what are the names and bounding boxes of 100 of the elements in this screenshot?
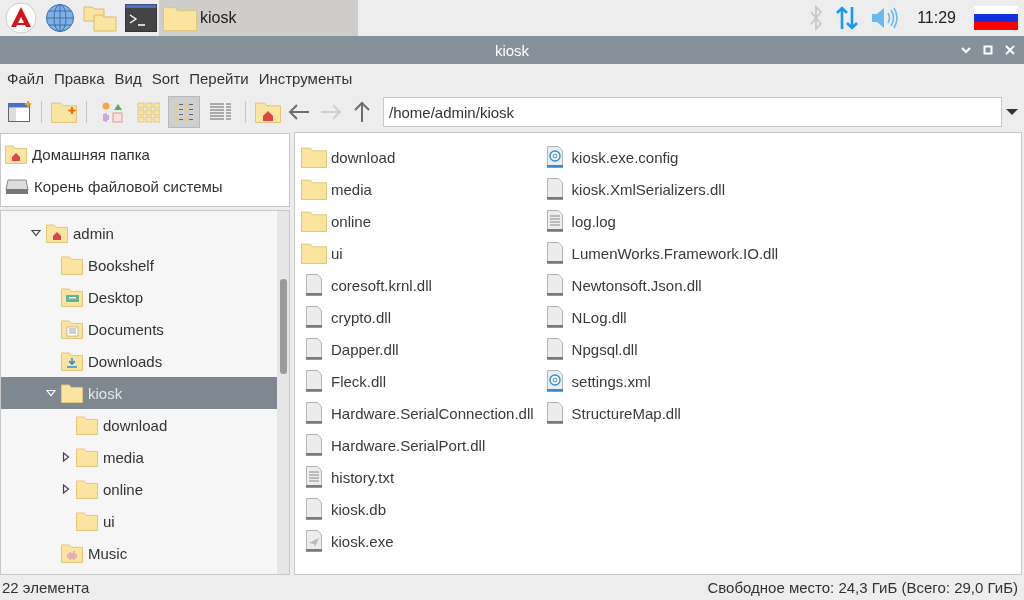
file-icon [545,242,564,264]
places-item[interactable]: Домашняя папка [32,145,150,163]
file-name[interactable]: Newtonsoft.Json.dll [571,276,702,294]
compact-view-button[interactable] [168,96,200,128]
tree-item[interactable]: admin [73,224,114,242]
menu-item[interactable]: Файл [2,69,49,87]
home-folder-icon [46,223,68,243]
expanded-arrow-icon[interactable] [31,228,41,238]
file-name[interactable]: download [331,148,396,166]
folder-icon [76,479,98,499]
icon-view-icon [136,101,160,123]
maximize-icon[interactable] [982,44,994,56]
free-space: Свободное место: 24,3 ГиБ (Всего: 29,0 ГиБ) [707,579,1018,596]
folder-icon [76,511,98,531]
new-folder-icon[interactable] [51,101,77,123]
file-name[interactable]: ui [331,244,343,262]
clock: 11:29 [917,9,956,27]
file-name[interactable]: LumenWorks.Framework.IO.dll [571,244,779,262]
network-arrows-icon[interactable] [835,5,860,31]
thumbnail-view-icon [100,101,124,123]
file-name[interactable]: kiosk.exe.config [571,148,679,166]
speaker-icon[interactable] [871,7,900,29]
path-field[interactable]: /home/admin/kiosk [383,97,1002,127]
terminal-icon[interactable] [125,4,157,32]
folder-icon [61,383,83,403]
file-name[interactable]: coresoft.krnl.dll [331,276,432,294]
file-name[interactable]: kiosk.db [331,500,387,518]
file-icon [305,434,323,456]
globe-file-icon [545,370,564,392]
file-name[interactable]: settings.xml [571,372,651,390]
file-icon [305,402,323,424]
folder-icon [61,255,83,275]
file-name[interactable]: history.txt [331,468,395,486]
tree-item[interactable]: Documents [88,320,164,338]
item-count: 22 элемента [2,579,90,596]
collapsed-arrow-icon[interactable] [61,484,71,494]
collapsed-arrow-icon[interactable] [61,452,71,462]
menu-item[interactable]: Инструменты [253,69,358,87]
places-item[interactable]: Корень файловой системы [34,177,223,195]
file-name[interactable]: kiosk.XmlSerializers.dll [571,180,725,198]
folder-icon [76,415,98,435]
text-file-icon [305,466,323,488]
tree-item[interactable]: Desktop [88,288,144,306]
folder-icon [76,447,98,467]
executable-file-icon [305,530,323,552]
close-icon[interactable] [1004,44,1016,56]
tree-item[interactable]: Downloads [88,352,163,370]
tree-item[interactable]: download [103,416,168,434]
menu-item[interactable]: Вид [109,69,147,87]
file-icon [305,306,323,328]
file-name[interactable]: media [331,180,372,198]
folder-icon [163,5,197,31]
menu-item[interactable]: Правка [48,69,110,87]
tree-item[interactable]: ui [103,512,115,530]
globe-icon[interactable] [45,3,75,33]
file-icon [545,338,564,360]
file-name[interactable]: Hardware.SerialPort.dll [331,436,486,454]
file-name[interactable]: log.log [571,212,616,230]
taskbar-window-button[interactable]: kiosk [159,0,358,36]
menu-item[interactable]: Перейти [184,69,254,87]
new-window-icon[interactable] [8,101,32,123]
logo-icon[interactable] [5,2,37,34]
text-file-icon [545,210,564,232]
desktop-folder-icon [61,287,83,307]
globe-file-icon [545,146,564,168]
tree-item[interactable]: online [103,480,144,498]
file-name[interactable]: online [331,212,372,230]
folder-icon [301,178,327,200]
dropdown-caret-icon[interactable] [1006,108,1018,116]
file-name[interactable]: Fleck.dll [331,372,386,390]
flag-icon[interactable] [974,6,1018,30]
list-view-icon [208,101,232,123]
file-icon [545,178,564,200]
file-icon [305,498,323,520]
folder-icon [301,146,327,168]
tree-item[interactable]: media [103,448,144,466]
file-icon [305,370,323,392]
music-folder-icon [61,543,83,563]
file-name[interactable]: NLog.dll [571,308,627,326]
file-icon [305,338,323,360]
file-name[interactable]: Hardware.SerialConnection.dll [331,404,534,422]
documents-folder-icon [61,319,83,339]
file-name[interactable]: kiosk.exe [331,532,394,550]
file-name[interactable]: Dapper.dll [331,340,399,358]
menu-item[interactable]: Sort [146,69,185,87]
file-icon [305,274,323,296]
tree-item[interactable]: Music [88,544,128,562]
file-name[interactable]: StructureMap.dll [571,404,681,422]
home-folder-icon [5,144,27,164]
file-name[interactable]: crypto.dll [331,308,392,326]
file-name[interactable]: Npgsql.dll [571,340,638,358]
folder-icon [301,210,327,232]
tree-item[interactable]: Bookshelf [88,256,154,274]
file-icon [545,402,564,424]
drive-icon [5,176,29,196]
scrollbar[interactable] [277,211,289,574]
file-icon [545,274,564,296]
folder-icon [301,242,327,264]
minimize-icon[interactable] [960,44,972,56]
home-folder-icon[interactable] [255,101,281,123]
